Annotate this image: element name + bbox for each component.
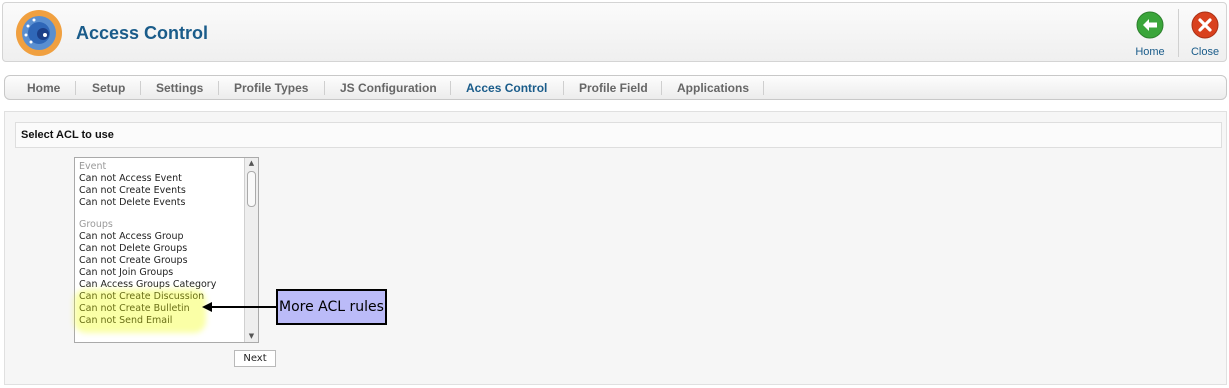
list-scrollbar[interactable]: ▲ ▼ [244,158,258,342]
list-option[interactable]: Can not Create Events [79,185,216,197]
home-button[interactable]: Home [1130,11,1170,58]
page-title: Access Control [76,23,209,43]
list-group-label: Groups [79,219,113,230]
nav-separator [140,81,141,95]
list-option[interactable]: Can not Delete Events [79,197,216,209]
home-button-label: Home [1135,46,1165,58]
list-group-label: Event [79,161,107,172]
nav-item-profile-field[interactable]: Profile Field [579,81,648,95]
nav-item-setup[interactable]: Setup [92,81,125,95]
list-option[interactable]: Can not Access Group [79,231,216,243]
close-x-icon [1191,11,1219,39]
callout-arrow-icon [202,302,278,312]
scroll-down-icon[interactable]: ▼ [247,332,256,341]
section-header: Select ACL to use [15,122,1222,148]
nav-separator [563,81,564,95]
nav-item-acces-control[interactable]: Acces Control [466,81,547,95]
annotation-callout: More ACL rules [276,289,387,325]
next-button[interactable]: Next [234,350,276,367]
scroll-up-icon[interactable]: ▲ [247,159,256,168]
content-panel: Select ACL to use Event Can not Access E… [4,111,1227,385]
list-option[interactable]: Can not Delete Groups [79,243,216,255]
section-title: Select ACL to use [21,129,114,141]
nav-separator [218,81,219,95]
toolbar-separator [1178,9,1179,57]
nav-separator [450,81,451,95]
main-nav: Home Setup Settings Profile Types JS Con… [4,75,1227,100]
highlight-marker [74,289,206,333]
toolbar-header: Access Control Home Close [2,2,1227,62]
scroll-thumb[interactable] [247,171,256,207]
nav-separator [661,81,662,95]
list-option[interactable]: Can not Join Groups [79,267,216,279]
nav-separator [324,81,325,95]
nav-separator [75,81,76,95]
close-button-label: Close [1190,46,1220,58]
home-back-arrow-icon [1136,11,1164,39]
component-logo-icon [16,10,62,56]
close-button[interactable]: Close [1185,11,1225,58]
nav-item-applications[interactable]: Applications [677,81,749,95]
nav-item-home[interactable]: Home [27,81,60,95]
nav-separator [763,81,764,95]
list-option[interactable]: Can not Access Event [79,173,216,185]
nav-item-js-configuration[interactable]: JS Configuration [340,81,437,95]
nav-item-profile-types[interactable]: Profile Types [234,81,308,95]
nav-item-settings[interactable]: Settings [156,81,203,95]
list-option[interactable]: Can not Create Groups [79,255,216,267]
